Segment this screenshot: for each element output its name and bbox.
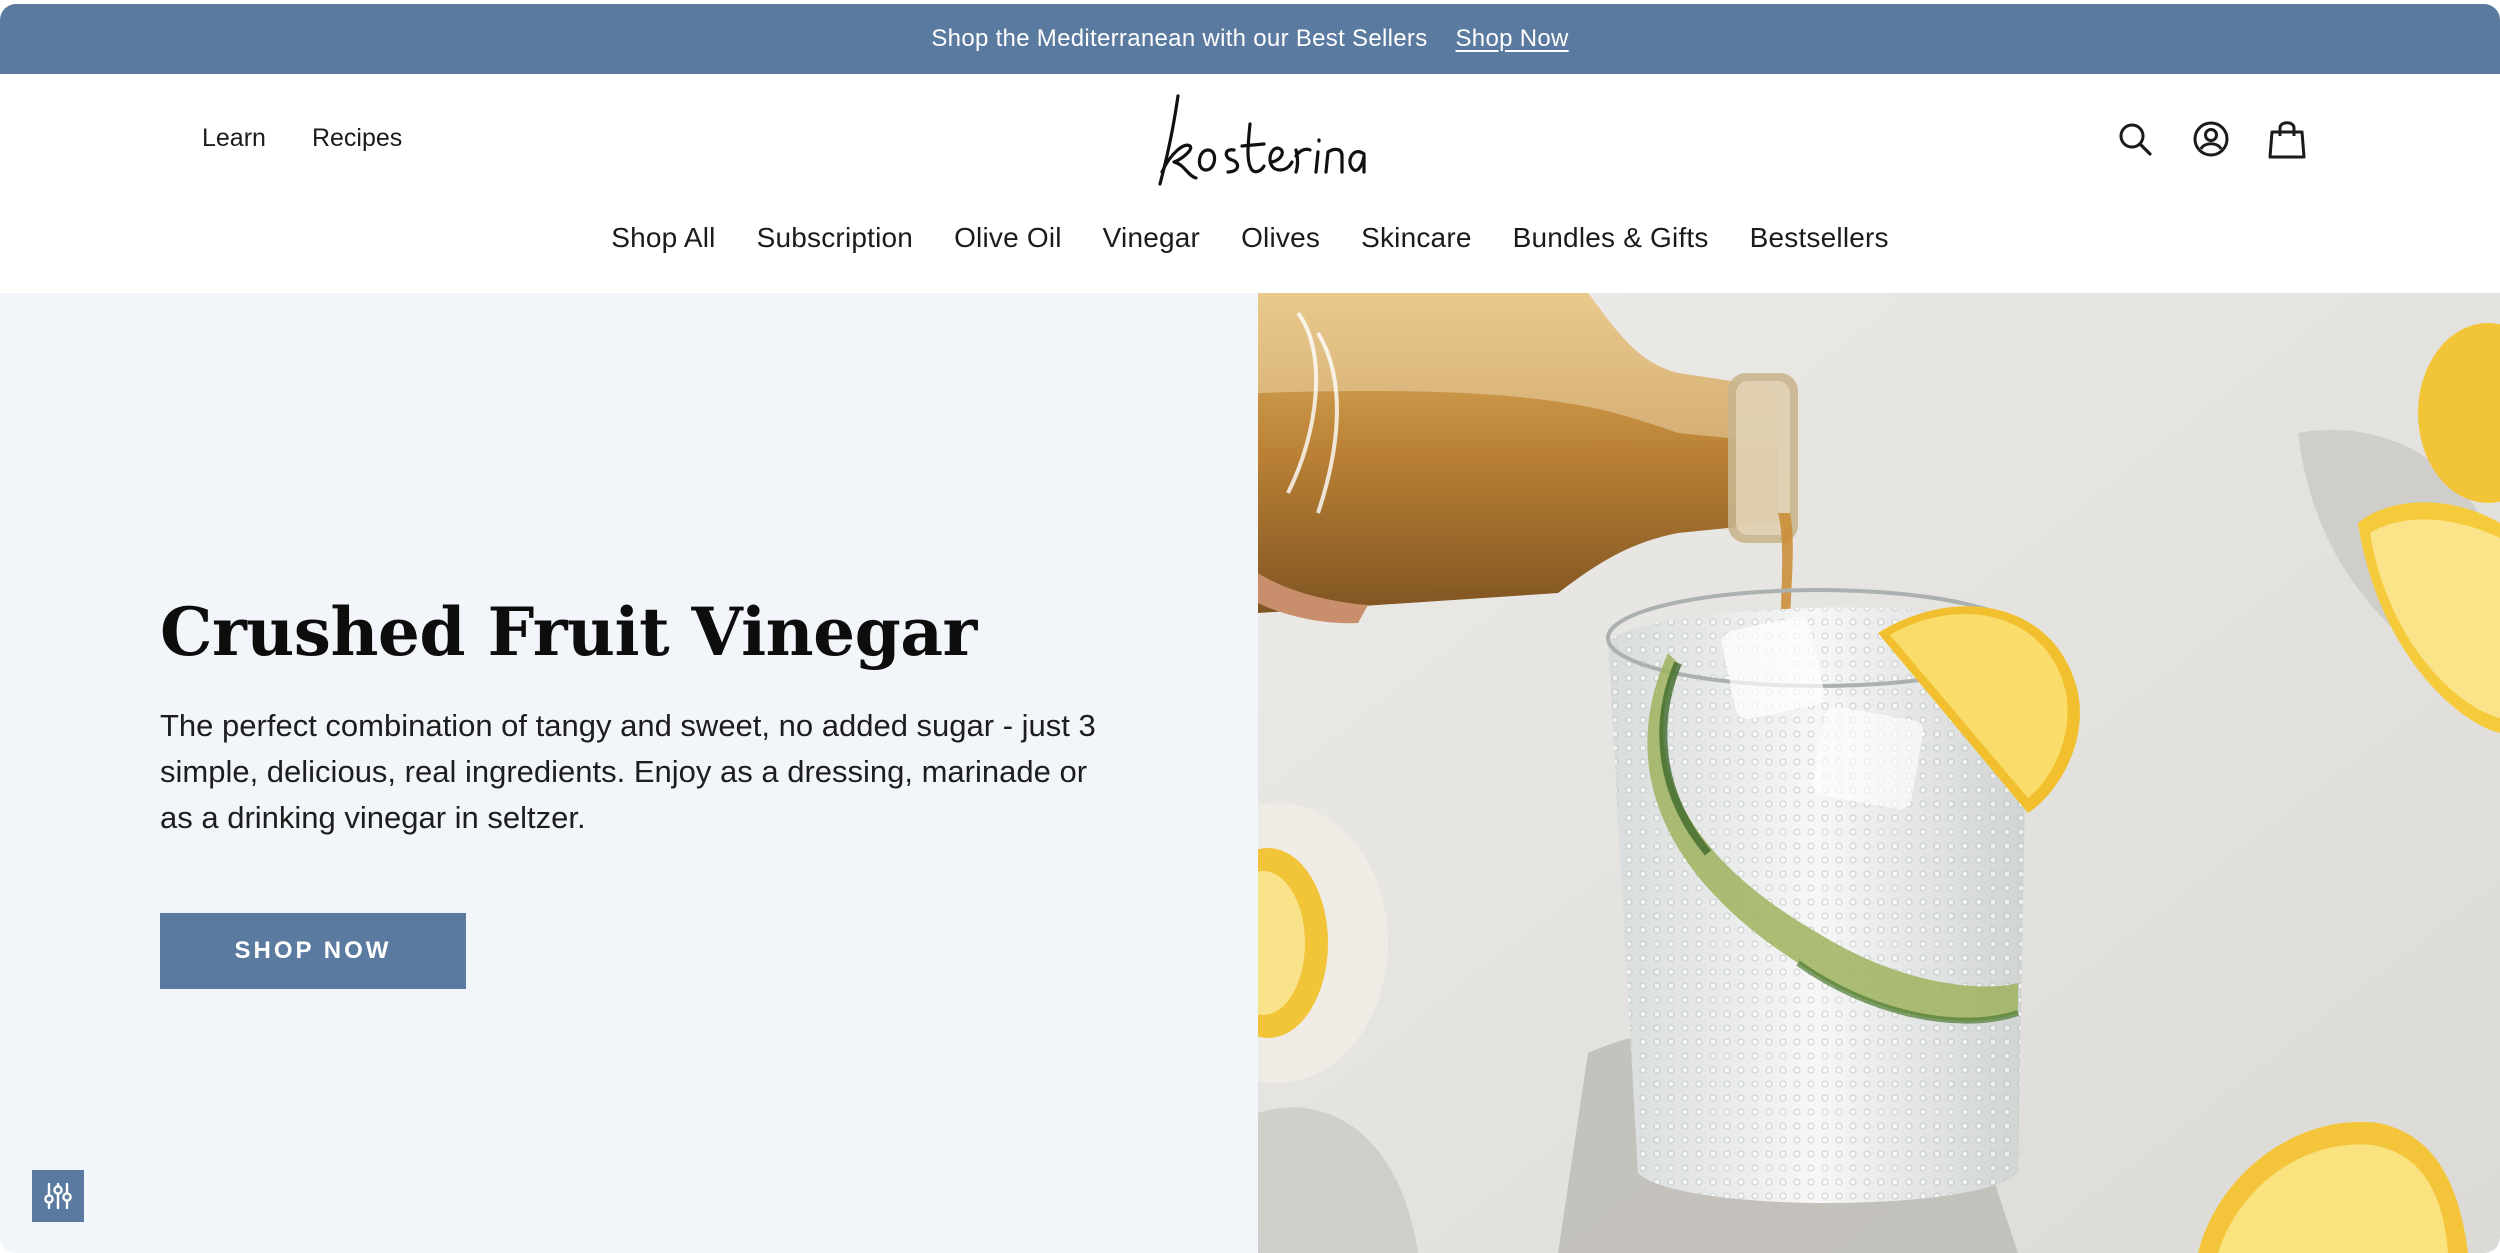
nav-item-subscription[interactable]: Subscription [757, 222, 913, 254]
hero-shop-now-button[interactable]: SHOP NOW [160, 913, 466, 989]
search-icon[interactable] [2112, 115, 2158, 163]
accessibility-settings-icon[interactable] [32, 1170, 84, 1222]
cart-icon[interactable] [2264, 115, 2310, 163]
site-header: Learn Recipes Shop All Subscription Oliv… [0, 74, 2500, 294]
recipes-link[interactable]: Recipes [312, 124, 402, 153]
hero-text-panel: Crushed Fruit Vinegar The perfect combin… [0, 293, 1258, 1253]
hero-image [1258, 293, 2500, 1253]
nav-item-skincare[interactable]: Skincare [1361, 222, 1472, 254]
announcement-bar: Shop the Mediterranean with our Best Sel… [0, 4, 2500, 74]
nav-item-bundles-gifts[interactable]: Bundles & Gifts [1513, 222, 1709, 254]
nav-item-shop-all[interactable]: Shop All [611, 222, 715, 254]
announcement-text: Shop the Mediterranean with our Best Sel… [931, 25, 1428, 52]
browser-viewport: Shop the Mediterranean with our Best Sel… [0, 4, 2500, 1253]
header-icons [2112, 115, 2310, 163]
nav-item-vinegar[interactable]: Vinegar [1103, 222, 1200, 254]
nav-item-olives[interactable]: Olives [1241, 222, 1320, 254]
kosterina-logo[interactable] [1150, 84, 1370, 194]
account-icon[interactable] [2188, 115, 2234, 163]
hero-title: Crushed Fruit Vinegar [160, 593, 977, 671]
nav-item-olive-oil[interactable]: Olive Oil [954, 222, 1062, 254]
hero-description: The perfect combination of tangy and swe… [160, 708, 1096, 835]
nav-item-bestsellers[interactable]: Bestsellers [1750, 222, 1889, 254]
announcement-shop-now-link[interactable]: Shop Now [1456, 25, 1569, 53]
main-nav: Shop All Subscription Olive Oil Vinegar … [0, 222, 2500, 254]
learn-link[interactable]: Learn [202, 124, 266, 153]
utility-links: Learn Recipes [202, 124, 402, 153]
